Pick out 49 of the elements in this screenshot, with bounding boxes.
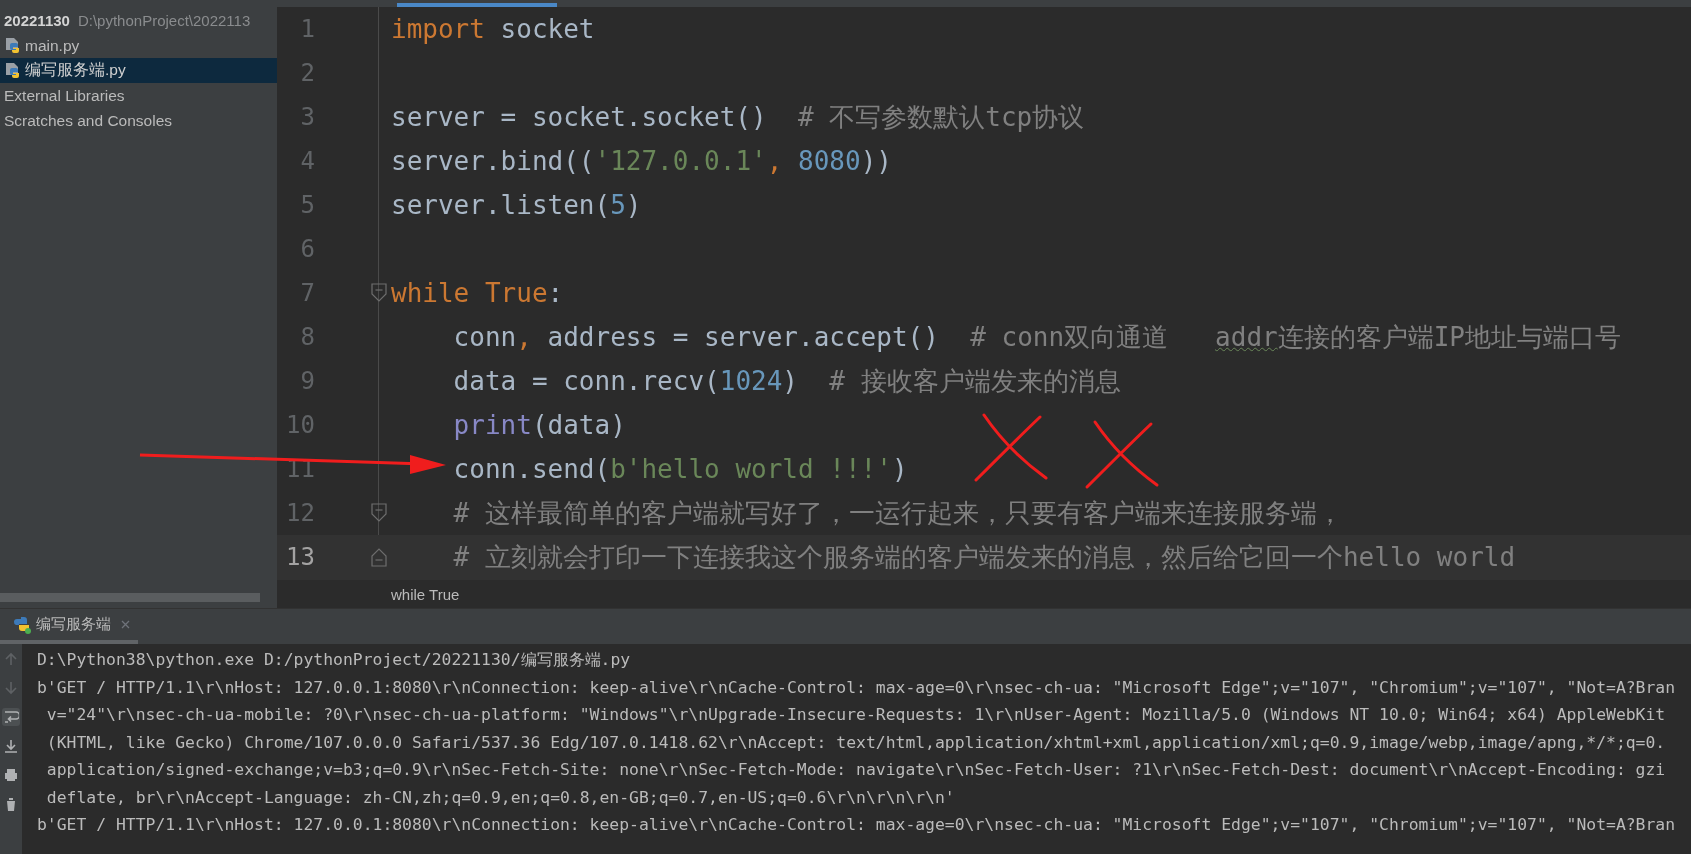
line-number: 12 <box>285 499 315 527</box>
line-number: 13 <box>285 543 315 571</box>
code-line: server = socket.socket() # 不写参数默认tcp协议 <box>391 100 1085 134</box>
code-line: server.bind(('127.0.0.1', 8080)) <box>391 146 892 176</box>
console-line: (KHTML, like Gecko) Chrome/107.0.0.0 Safari/537.36 Edg/107.0.1418.62\r\nAccept: text/html,application/xhtml+xml,application/xml;q=0.9,image/webp,image/apng,*/*;q=0. <box>45 731 1667 754</box>
line-number: 5 <box>299 191 315 219</box>
breadcrumb[interactable]: while True <box>391 585 460 603</box>
console-line: application/signed-exchange;v=b3;q=0.9\r\nSec-Fetch-Site: none\r\nSec-Fetch-Mode: navigate\r\nSec-Fetch-User: ?1\r\nSec-Fetch-Dest: document\r\nAccept-Encoding: gzi <box>45 759 1667 781</box>
close-icon[interactable] <box>121 620 130 629</box>
line-number: 9 <box>299 367 315 395</box>
line-number: 3 <box>299 103 315 131</box>
python-file-icon <box>4 61 22 80</box>
code-line: conn.send(b'hello world !!!') <box>452 454 908 484</box>
python-icon <box>12 614 32 635</box>
scroll-to-end-icon[interactable] <box>2 737 20 755</box>
line-number: 7 <box>299 279 315 307</box>
code-line: data = conn.recv(1024) # 接收客户端发来的消息 <box>452 364 1121 398</box>
python-file-icon <box>4 36 22 55</box>
console-line: v="24"\r\nsec-ch-ua-mobile: ?0\r\nsec-ch-ua-platform: "Windows"\r\nUpgrade-Insecure-Requests: 1\r\nUser-Agent: Mozilla/5.0 (Windows NT 10.0; Win64; x64) AppleWebKit <box>45 704 1667 726</box>
code-line: import socket <box>391 14 595 44</box>
scrollbar[interactable] <box>0 593 260 602</box>
line-number: 10 <box>285 411 315 439</box>
console-line: deflate, br\r\nAccept-Language: zh-CN,zh;q=0.9,en;q=0.8,en-GB;q=0.7,en-US;q=0.6\r\n\r\n\r\n' <box>45 786 956 809</box>
line-number: 1 <box>299 15 315 43</box>
fold-marker-icon[interactable] <box>371 547 387 567</box>
line-number: 2 <box>299 59 315 87</box>
console-line: b'GET / HTTP/1.1\r\nHost: 127.0.0.1:8080\r\nConnection: keep-alive\r\nCache-Control: max-age=0\r\nsec-ch-ua: "Microsoft Edge";v="107", "Chromium";v="107", "Not=A?Bran <box>37 814 1676 836</box>
soft-wrap-icon[interactable] <box>2 708 20 726</box>
line-number: 8 <box>299 323 315 351</box>
project-name[interactable]: 20221130 <box>4 12 70 29</box>
console-line: D:\Python38\python.exe D:/pythonProject/20221130/编写服务端.py <box>37 649 632 671</box>
console-line: b'GET / HTTP/1.1\r\nHost: 127.0.0.1:8080\r\nConnection: keep-alive\r\nCache-Control: max-age=0\r\nsec-ch-ua: "Microsoft Edge";v="107", "Chromium";v="107", "Not=A?Bran <box>37 676 1676 699</box>
tree-item[interactable]: Scratches and Consoles <box>0 108 277 133</box>
tree-item[interactable]: 编写服务端.py <box>0 58 277 83</box>
code-line: while True: <box>391 278 564 308</box>
code-line: conn, address = server.accept() # conn双向通道 addr连接的客户端IP地址与端口号 <box>452 320 1621 354</box>
fold-marker-icon[interactable] <box>371 503 387 523</box>
project-path: D:\pythonProject\2022113 <box>77 12 251 29</box>
code-line: # 立刻就会打印一下连接我这个服务端的客户端发来的消息，然后给它回一个hello world <box>452 540 1516 574</box>
code-line: print(data) <box>452 410 626 440</box>
code-line: server.listen(5) <box>391 190 642 220</box>
code-line: # 这样最简单的客户端就写好了，一运行起来，只要有客户端来连接服务端， <box>452 496 1343 530</box>
line-number: 4 <box>299 147 315 175</box>
fold-marker-icon[interactable] <box>371 283 387 303</box>
printer-icon[interactable] <box>2 766 20 784</box>
arrow-down-icon[interactable] <box>2 679 20 697</box>
tree-item[interactable]: External Libraries <box>0 83 277 108</box>
line-number: 6 <box>299 235 315 263</box>
tree-item[interactable]: main.py <box>0 33 277 58</box>
